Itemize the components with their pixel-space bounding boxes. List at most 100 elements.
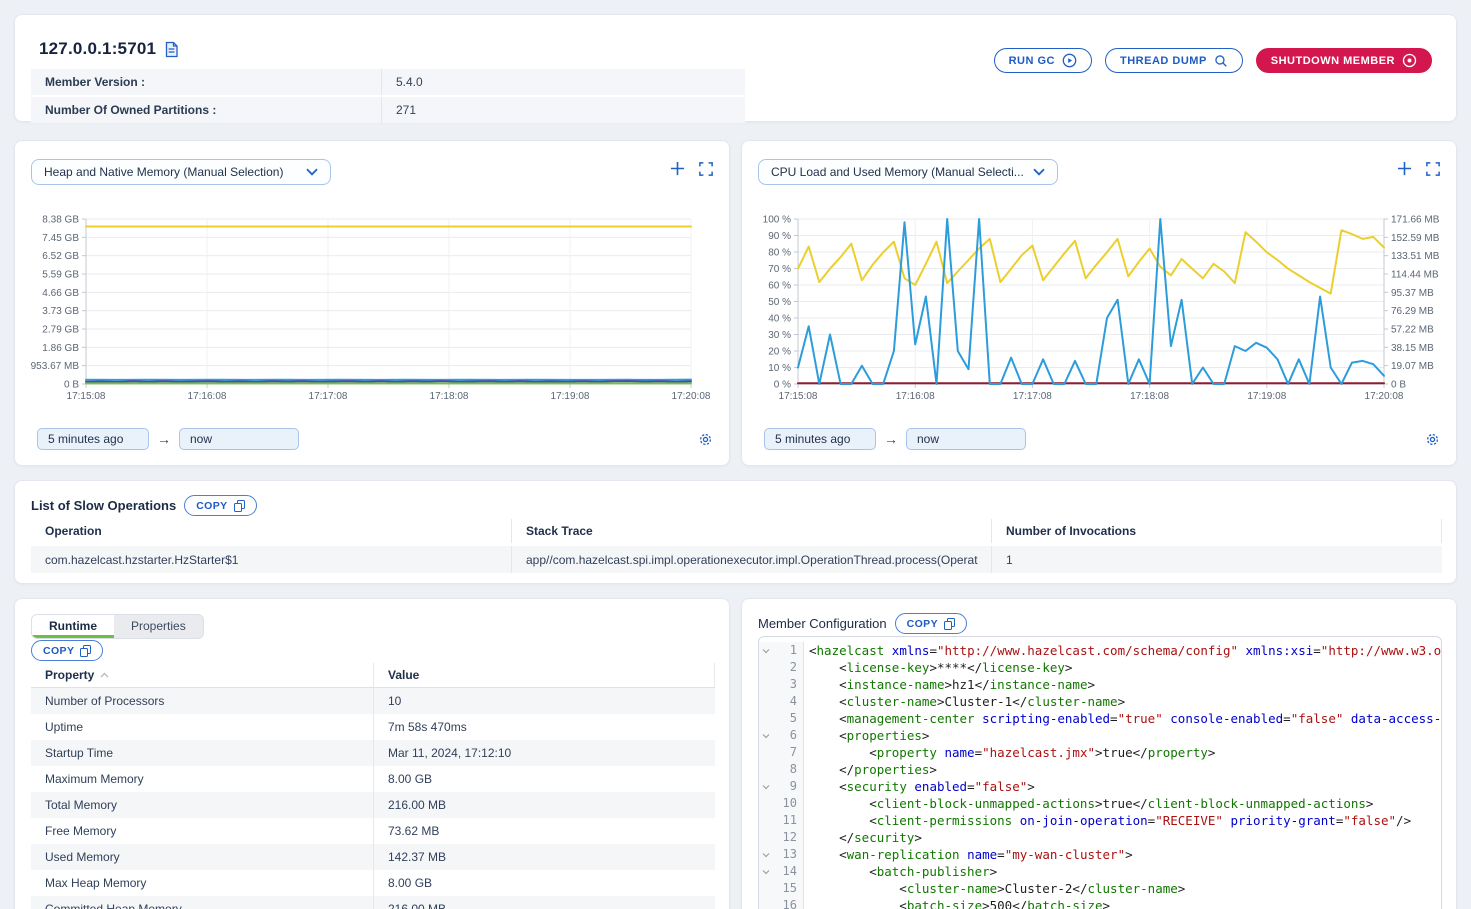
gutter: 13 [759, 846, 804, 863]
runtime-panel: Runtime Properties COPY Property Value N… [14, 598, 730, 909]
chart-settings-icon[interactable] [1425, 432, 1440, 447]
code-text: <security enabled="false"> [804, 778, 1441, 795]
tab-properties[interactable]: Properties [114, 615, 203, 638]
svg-text:17:18:08: 17:18:08 [430, 391, 469, 402]
time-range-to-input[interactable]: now [179, 428, 299, 450]
table-row: com.hazelcast.hzstarter.HzStarter$1app//… [31, 546, 1442, 573]
fold-icon[interactable] [759, 851, 773, 859]
heap-memory-chart-panel: Heap and Native Memory (Manual Selection… [14, 140, 730, 466]
svg-text:8.38 GB: 8.38 GB [42, 215, 79, 226]
svg-text:20 %: 20 % [768, 347, 791, 358]
column-header[interactable]: Stack Trace [511, 519, 991, 543]
svg-text:70 %: 70 % [768, 264, 791, 275]
svg-text:17:19:08: 17:19:08 [1247, 391, 1286, 402]
arrow-right-icon: → [884, 431, 898, 447]
line-number: 4 [773, 693, 803, 710]
code-line: 14 <batch-publisher> [759, 863, 1441, 880]
fold-icon[interactable] [759, 783, 773, 791]
expand-icon[interactable] [1426, 162, 1440, 176]
svg-text:17:17:08: 17:17:08 [1013, 391, 1052, 402]
gutter: 3 [759, 676, 804, 693]
code-line: 13 <wan-replication name="my-wan-cluster… [759, 846, 1441, 863]
member-actions: RUN GC THREAD DUMP SHUTDOWN MEMBER [994, 48, 1432, 73]
svg-text:95.37 MB: 95.37 MB [1391, 288, 1434, 299]
copy-button[interactable]: COPY [895, 613, 967, 634]
code-text: <client-permissions on-join-operation="R… [804, 812, 1441, 829]
code-text: <hazelcast xmlns="http://www.hazelcast.c… [804, 642, 1441, 659]
copy-icon [80, 645, 91, 657]
line-number: 2 [773, 659, 803, 676]
code-line: 3 <instance-name>hz1</instance-name> [759, 676, 1441, 693]
cell: Maximum Memory [31, 766, 373, 792]
cell: 7m 58s 470ms [373, 714, 715, 740]
svg-text:17:20:08: 17:20:08 [672, 391, 711, 402]
column-header-value[interactable]: Value [373, 663, 715, 687]
column-header-property[interactable]: Property [31, 663, 373, 687]
column-header[interactable]: Operation [31, 519, 511, 543]
thread-dump-button[interactable]: THREAD DUMP [1105, 48, 1243, 73]
svg-text:5.59 GB: 5.59 GB [42, 270, 79, 281]
svg-text:17:16:08: 17:16:08 [188, 391, 227, 402]
add-chart-icon[interactable] [1397, 161, 1412, 176]
cell: 73.62 MB [373, 818, 715, 844]
add-chart-icon[interactable] [670, 161, 685, 176]
run-gc-button[interactable]: RUN GC [994, 48, 1092, 73]
svg-text:17:19:08: 17:19:08 [551, 391, 590, 402]
line-number: 15 [773, 880, 803, 897]
config-code-editor[interactable]: 1<hazelcast xmlns="http://www.hazelcast.… [758, 636, 1442, 909]
search-icon [1214, 54, 1228, 68]
time-range-row: 5 minutes ago → now [37, 428, 713, 450]
expand-icon[interactable] [699, 162, 713, 176]
svg-text:17:20:08: 17:20:08 [1365, 391, 1404, 402]
svg-text:0 %: 0 % [774, 380, 791, 391]
code-text: <cluster-name>Cluster-1</cluster-name> [804, 693, 1441, 710]
svg-text:60 %: 60 % [768, 281, 791, 292]
time-range-from-input[interactable]: 5 minutes ago [37, 428, 149, 450]
copy-label: COPY [43, 645, 74, 657]
fold-icon[interactable] [759, 732, 773, 740]
cell: 10 [373, 688, 715, 714]
code-text: <cluster-name>Cluster-2</cluster-name> [804, 880, 1441, 897]
gutter: 16 [759, 897, 804, 909]
copy-button[interactable]: COPY [31, 640, 103, 661]
member-detail-page: 127.0.0.1:5701 RUN GC THREAD DUMP SHUTDO… [0, 0, 1471, 909]
code-text: <instance-name>hz1</instance-name> [804, 676, 1441, 693]
svg-text:1.86 GB: 1.86 GB [42, 343, 79, 354]
time-range-to-input[interactable]: now [906, 428, 1026, 450]
cell: 8.00 GB [373, 766, 715, 792]
fold-icon[interactable] [759, 868, 773, 876]
shutdown-member-button[interactable]: SHUTDOWN MEMBER [1256, 48, 1432, 73]
line-number: 9 [773, 778, 803, 795]
chart-settings-icon[interactable] [698, 432, 713, 447]
member-summary-panel: 127.0.0.1:5701 RUN GC THREAD DUMP SHUTDO… [14, 14, 1457, 122]
member-title-row: 127.0.0.1:5701 [39, 39, 179, 59]
time-range-from-input[interactable]: 5 minutes ago [764, 428, 876, 450]
cell: Uptime [31, 714, 373, 740]
code-line: 8 </properties> [759, 761, 1441, 778]
heap-chart-metric-select[interactable]: Heap and Native Memory (Manual Selection… [31, 159, 331, 185]
copy-address-icon[interactable] [164, 41, 179, 58]
tab-runtime[interactable]: Runtime [32, 615, 114, 638]
cell: 142.37 MB [373, 844, 715, 870]
thread-dump-label: THREAD DUMP [1120, 55, 1207, 67]
copy-label: COPY [196, 500, 227, 512]
fold-icon[interactable] [759, 647, 773, 655]
svg-text:57.22 MB: 57.22 MB [1391, 325, 1434, 336]
code-text: <client-block-unmapped-actions>true</cli… [804, 795, 1441, 812]
slow-operations-panel: List of Slow Operations COPY OperationSt… [14, 480, 1457, 584]
gutter: 9 [759, 778, 804, 795]
code-text: </security> [804, 829, 1441, 846]
column-header[interactable]: Number of Invocations [991, 519, 1442, 543]
cpu-chart-metric-select[interactable]: CPU Load and Used Memory (Manual Selecti… [758, 159, 1058, 185]
gutter: 12 [759, 829, 804, 846]
shutdown-label: SHUTDOWN MEMBER [1271, 55, 1395, 67]
code-line: 1<hazelcast xmlns="http://www.hazelcast.… [759, 642, 1441, 659]
copy-button[interactable]: COPY [184, 495, 256, 516]
cell: Max Heap Memory [31, 870, 373, 896]
copy-icon [944, 618, 955, 630]
gutter: 10 [759, 795, 804, 812]
svg-text:30 %: 30 % [768, 330, 791, 341]
line-number: 6 [773, 727, 803, 744]
runtime-table: Property Value Number of Processors10Upt… [31, 663, 715, 909]
metric-select-value: CPU Load and Used Memory (Manual Selecti… [771, 165, 1024, 179]
